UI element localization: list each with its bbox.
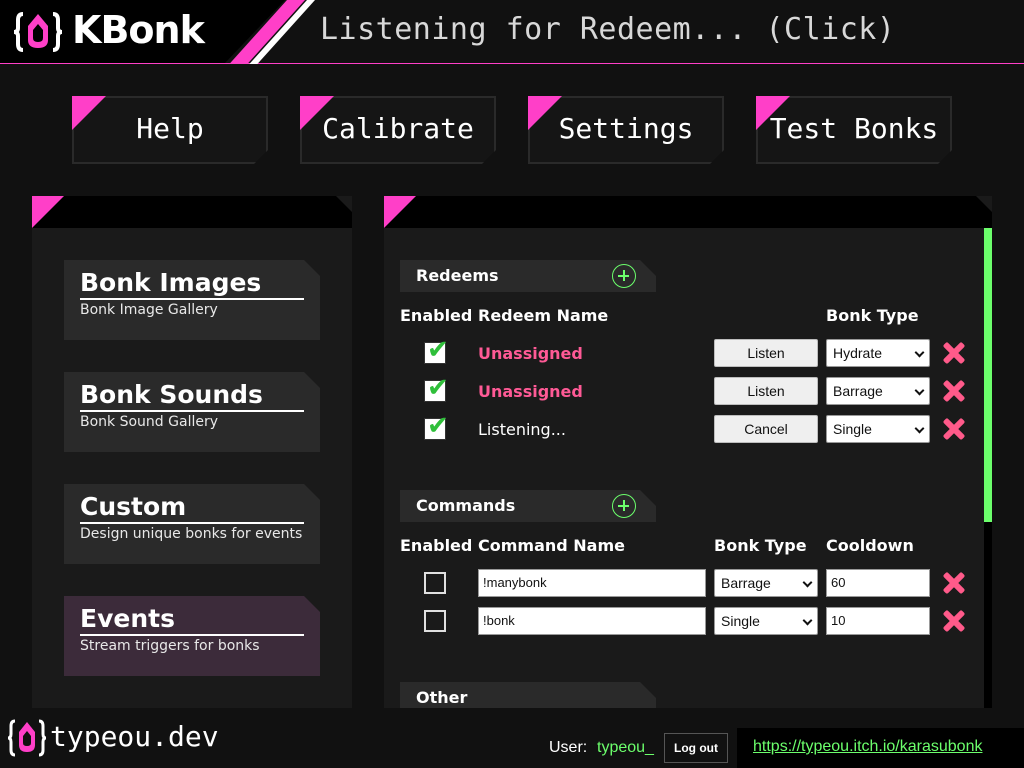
column-header-redeem-name: Redeem Name (478, 306, 609, 325)
listen-button[interactable]: Listen (714, 339, 818, 367)
redeem-name: Unassigned (478, 382, 583, 401)
bonk-type-select[interactable]: Single (714, 607, 818, 635)
select-value: Single (833, 421, 872, 437)
logout-button[interactable]: Log out (664, 733, 728, 763)
typeou-logo-icon (8, 719, 46, 757)
column-header-bonk-type: Bonk Type (826, 306, 919, 325)
test-bonks-button-label: Test Bonks (769, 112, 939, 145)
select-value: Barrage (833, 383, 883, 399)
divider (80, 298, 304, 300)
divider (80, 634, 304, 636)
help-button-label: Help (136, 112, 204, 145)
calibrate-button-label: Calibrate (322, 112, 474, 145)
column-header-cooldown: Cooldown (826, 536, 914, 555)
command-name-input[interactable]: !manybonk (478, 569, 706, 597)
corner-accent (32, 196, 64, 228)
bonk-type-select[interactable]: Hydrate (826, 339, 930, 367)
section-title: Redeems (416, 266, 499, 285)
bonk-type-select[interactable]: Barrage (714, 569, 818, 597)
nav-item-title: Custom (80, 492, 187, 521)
nav-panel-header (32, 196, 352, 228)
command-name-input[interactable]: !bonk (478, 607, 706, 635)
settings-button-label: Settings (558, 112, 694, 145)
itch-link[interactable]: https://typeou.itch.io/karasubonk (753, 738, 982, 756)
user-name: typeou_ (597, 739, 654, 756)
nav-item-bonk-images[interactable]: Bonk Images Bonk Image Gallery (64, 260, 320, 340)
user-label: User: (549, 739, 588, 756)
enabled-checkbox[interactable] (424, 610, 446, 632)
bonk-type-select[interactable]: Single (826, 415, 930, 443)
divider (80, 410, 304, 412)
chevron-down-icon (802, 577, 813, 588)
redeem-name: Listening... (478, 420, 566, 439)
column-header-bonk-type: Bonk Type (714, 536, 807, 555)
chevron-down-icon (914, 423, 925, 434)
redeem-name: Unassigned (478, 344, 583, 363)
chevron-down-icon (914, 385, 925, 396)
divider (80, 522, 304, 524)
scrollbar-thumb[interactable] (984, 228, 992, 522)
delete-icon[interactable] (942, 341, 966, 365)
delete-icon[interactable] (942, 417, 966, 441)
select-value: Single (721, 613, 760, 629)
events-panel: Redeems Enabled Redeem Name Bonk Type ✔ … (384, 196, 992, 708)
nav-item-title: Bonk Sounds (80, 380, 263, 409)
app-name: KBonk (72, 8, 205, 52)
bonk-type-select[interactable]: Barrage (826, 377, 930, 405)
checkmark-icon: ✔ (427, 335, 449, 365)
checkmark-icon: ✔ (427, 411, 449, 441)
section-title: Commands (416, 496, 516, 515)
plus-circle-icon[interactable] (612, 494, 636, 518)
delete-icon[interactable] (942, 379, 966, 403)
corner-accent (384, 196, 416, 228)
section-title: Other (416, 688, 468, 707)
chevron-down-icon (914, 347, 925, 358)
cooldown-input[interactable]: 60 (826, 569, 930, 597)
nav-item-title: Events (80, 604, 175, 633)
nav-item-events[interactable]: Events Stream triggers for bonks (64, 596, 320, 676)
nav-item-subtitle: Bonk Sound Gallery (80, 414, 218, 430)
nav-item-title: Bonk Images (80, 268, 262, 297)
column-header-command-name: Command Name (478, 536, 625, 555)
kbonk-logo-icon (14, 12, 62, 52)
checkmark-icon: ✔ (427, 373, 449, 403)
delete-icon[interactable] (942, 609, 966, 633)
column-header-enabled: Enabled (400, 536, 473, 555)
delete-icon[interactable] (942, 571, 966, 595)
nav-panel: Bonk Images Bonk Image Gallery Bonk Soun… (32, 196, 352, 708)
select-value: Hydrate (833, 345, 883, 361)
enabled-checkbox[interactable]: ✔ (424, 337, 449, 364)
commands-section-header: Commands (400, 490, 656, 522)
redeems-section-header: Redeems (400, 260, 656, 292)
other-section-header: Other (400, 682, 656, 708)
settings-button[interactable]: Settings (528, 96, 724, 164)
listen-button[interactable]: Listen (714, 377, 818, 405)
nav-item-bonk-sounds[interactable]: Bonk Sounds Bonk Sound Gallery (64, 372, 320, 452)
nav-item-custom[interactable]: Custom Design unique bonks for events (64, 484, 320, 564)
nav-item-subtitle: Design unique bonks for events (80, 526, 303, 542)
nav-item-subtitle: Bonk Image Gallery (80, 302, 218, 318)
title-bar: KBonk Listening for Redeem... (Click) (0, 0, 1024, 64)
listening-status[interactable]: Listening for Redeem... (Click) (320, 12, 895, 47)
brand-name: typeou.dev (50, 720, 219, 753)
enabled-checkbox[interactable]: ✔ (424, 375, 449, 402)
events-panel-header (384, 196, 992, 228)
calibrate-button[interactable]: Calibrate (300, 96, 496, 164)
test-bonks-button[interactable]: Test Bonks (756, 96, 952, 164)
cancel-button[interactable]: Cancel (714, 415, 818, 443)
cooldown-input[interactable]: 10 (826, 607, 930, 635)
select-value: Barrage (721, 575, 771, 591)
help-button[interactable]: Help (72, 96, 268, 164)
plus-circle-icon[interactable] (612, 264, 636, 288)
enabled-checkbox[interactable] (424, 572, 446, 594)
nav-item-subtitle: Stream triggers for bonks (80, 638, 260, 654)
enabled-checkbox[interactable]: ✔ (424, 413, 449, 440)
chevron-down-icon (802, 615, 813, 626)
column-header-enabled: Enabled (400, 306, 473, 325)
